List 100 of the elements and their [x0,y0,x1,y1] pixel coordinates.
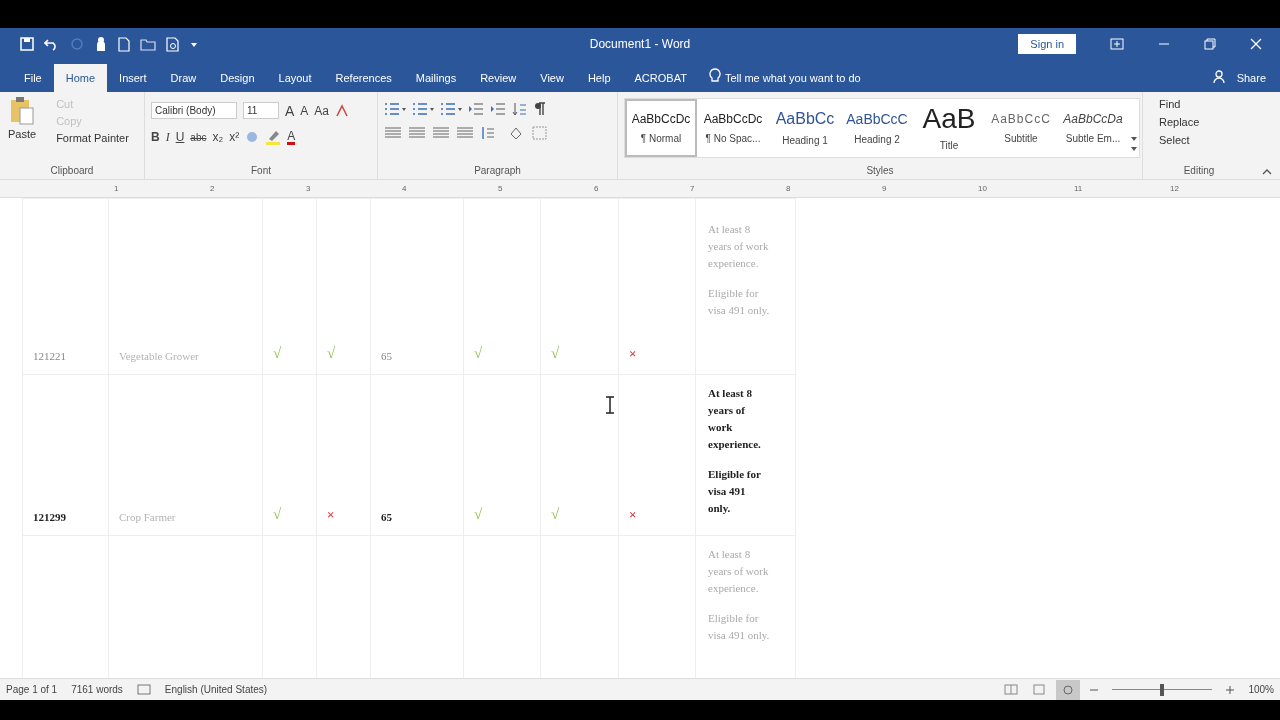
lightbulb-icon [708,68,721,84]
note-text: Eligible for visa 491 only. [708,467,762,516]
editing-command[interactable]: Find [1149,98,1249,110]
font-size-field[interactable]: 11 [243,102,279,119]
ruler-number: 11 [1074,184,1084,193]
check-mark: √ [551,345,560,361]
ruler-number: 7 [690,184,696,193]
style-option[interactable]: AaBbCcDa Subtle Em... [1057,99,1129,157]
format-button[interactable]: B [151,130,160,144]
ribbon-tab[interactable]: Layout [266,64,324,92]
occupation-cell: Vegetable Grower [119,350,199,362]
proofing-icon[interactable] [136,684,151,695]
group-label: Clipboard [49,165,95,178]
zoom-in-icon[interactable] [1226,685,1235,694]
sign-in-button[interactable]: Sign in [1018,34,1076,54]
ribbon-tab[interactable]: Help [575,64,623,92]
window-title: Document1 - Word [589,37,691,51]
style-option[interactable]: AaBbCcDc ¶ Normal [625,99,697,157]
format-button[interactable]: I [165,129,170,145]
group-label: Font [250,165,272,178]
ruler-number: 3 [306,184,312,193]
ruler-number: 2 [210,184,216,193]
save-icon[interactable] [20,37,34,51]
group-label: Styles [865,165,895,178]
editing-command[interactable]: Select [1149,134,1249,146]
ribbon-display-icon[interactable] [1110,38,1124,50]
ribbon-tab[interactable]: Mailings [403,64,469,92]
list-icon[interactable] [412,102,434,116]
editing-command[interactable]: Replace [1149,116,1249,128]
web-layout-icon[interactable] [1056,679,1081,700]
touch-icon[interactable] [94,36,108,52]
ruler-number: 4 [402,184,408,193]
page-count[interactable]: Page 1 of 1 [6,684,58,695]
zoom-level[interactable]: 100% [1248,684,1274,695]
word-count[interactable]: 7161 words [71,684,123,695]
ribbon-tab[interactable]: Design [208,64,267,92]
print-preview-icon[interactable] [166,36,180,52]
text-cursor-icon [605,396,615,414]
cross-mark: × [629,346,637,361]
sort-icon[interactable] [512,102,528,116]
shrink-font-button[interactable]: A [300,103,309,118]
list-icon[interactable] [440,102,462,116]
occupation-cell: Crop Farmer [119,511,176,523]
document-icon[interactable] [118,36,130,52]
zoom-slider-thumb[interactable] [1160,683,1165,696]
ribbon-tab[interactable]: File [12,64,54,92]
check-mark: √ [273,345,282,361]
person-icon [1212,70,1227,84]
change-case-button[interactable]: Aa [314,103,330,118]
format-button[interactable]: abc [190,131,207,143]
ribbon-tab[interactable]: Home [53,64,108,92]
note-text: At least 8 years of work experience. [708,547,770,596]
style-option[interactable]: AaBbCcC Heading 2 [841,99,913,157]
cross-mark: × [629,507,637,522]
pilcrow-icon[interactable] [534,102,546,116]
font-color-button[interactable]: A [287,129,296,145]
grow-font-button[interactable]: A [285,102,295,119]
note-text: Eligible for visa 491 only. [708,611,770,643]
cross-mark: × [327,507,335,522]
ribbon-tab[interactable]: Review [468,64,529,92]
paste-button[interactable]: Paste [6,96,39,165]
style-option[interactable]: AaB Title [913,99,985,157]
ribbon-tab[interactable]: Insert [107,64,159,92]
collapse-ribbon-icon[interactable] [1262,168,1272,175]
indent-icon[interactable] [468,102,484,116]
font-name-field[interactable]: Calibri (Body) [151,102,237,119]
ribbon-tab[interactable]: ACROBAT [622,64,699,92]
format-button[interactable]: x² [229,130,240,144]
check-mark: √ [273,506,282,522]
style-option[interactable]: AaBbCcC Subtitle [985,99,1057,157]
ribbon-tab[interactable]: View [528,64,576,92]
share-button[interactable]: Share [1230,64,1280,92]
indent-icon[interactable] [490,102,506,116]
folder-icon[interactable] [140,37,156,51]
style-option[interactable]: AaBbCcDc ¶ No Spac... [697,99,769,157]
ruler-number: 9 [882,184,888,193]
format-button[interactable]: U [175,130,185,144]
ruler-number: 12 [1170,184,1180,193]
check-mark: √ [551,506,560,522]
highlighter-icon[interactable] [265,129,282,145]
format-button[interactable]: x₂ [212,130,224,144]
tell-me-field[interactable]: Tell me what you want to do [724,64,861,92]
code-cell: 121221 [33,350,66,362]
list-icon[interactable] [384,102,406,116]
close-icon[interactable] [1250,38,1262,50]
table-cell: 65 [381,350,392,362]
ruler-number: 1 [114,184,120,193]
ruler-number: 5 [498,184,504,193]
clipboard-command[interactable]: Format Painter [42,132,129,144]
ruler-number: 10 [978,184,988,193]
ribbon-tab[interactable]: Draw [158,64,209,92]
language-status[interactable]: English (United States) [164,684,268,695]
customize-icon[interactable] [190,40,198,48]
print-layout-icon[interactable] [1032,684,1047,695]
note-text: Eligible for visa 491 only. [708,286,770,318]
ribbon-tab[interactable]: References [323,64,404,92]
style-option[interactable]: AaBbCc Heading 1 [769,99,841,157]
read-mode-icon[interactable] [1004,684,1019,695]
ruler-number: 8 [786,184,792,193]
restore-icon[interactable] [1204,38,1216,50]
